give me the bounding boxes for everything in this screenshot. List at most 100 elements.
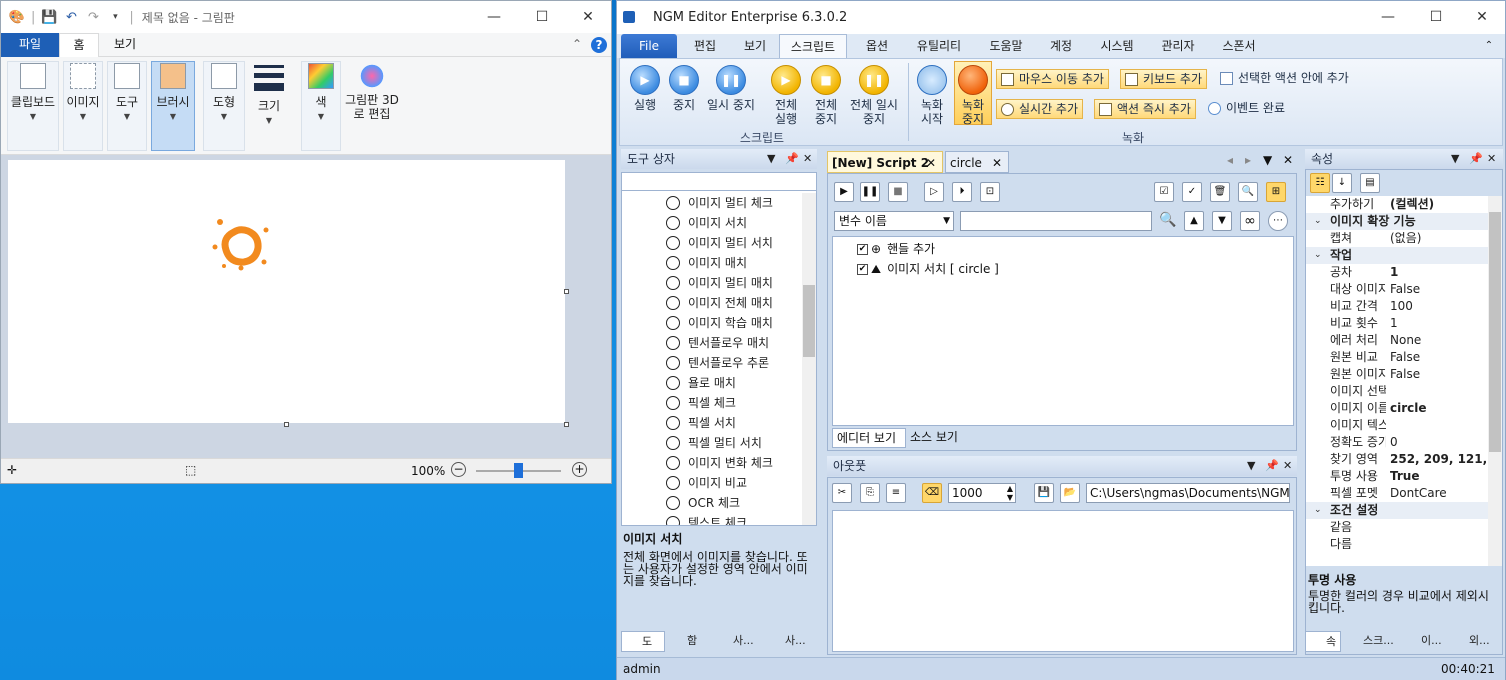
property-row[interactable]: 추가하기 (컬렉션) (1306, 196, 1488, 213)
collapse-icon[interactable]: ⌄ (1314, 213, 1322, 230)
save-icon[interactable]: 💾 (41, 9, 57, 25)
close-icon[interactable]: ✕ (803, 149, 812, 169)
export-log-icon[interactable]: ⎘ (860, 483, 880, 503)
toolbox-search-input[interactable] (622, 173, 816, 191)
tab-source-view[interactable]: 소스 보기 (908, 428, 968, 448)
delete-icon[interactable]: 🗑 (1210, 182, 1230, 202)
spinner-icon[interactable]: ▲ ▼ (1007, 484, 1013, 502)
customize-toolbar-icon[interactable]: ▾ (107, 9, 123, 25)
property-row[interactable]: 원본 이미지 False (1306, 366, 1488, 383)
toolbox-item[interactable]: OCR 체크 (666, 493, 740, 513)
tab-scroll-left-icon[interactable]: ◂ (1227, 153, 1233, 167)
tree-item-checkbox[interactable]: ✔ (857, 263, 868, 275)
ngm-app-icon[interactable] (623, 11, 635, 23)
more-icon[interactable]: ⋯ (1268, 211, 1288, 231)
maximize-button[interactable]: ☐ (519, 1, 565, 33)
menu-account[interactable]: 계정 (1039, 34, 1083, 58)
toolbox-item[interactable]: 텐서플로우 매치 (666, 333, 769, 353)
shapes-button[interactable]: 도형 ▼ (203, 63, 245, 121)
loop-icon[interactable]: ∞ (1240, 211, 1260, 231)
toolbox-item[interactable]: 텐서플로우 추론 (666, 353, 769, 373)
menu-sponsor[interactable]: 스폰서 (1213, 34, 1265, 58)
user-tab-1[interactable]: 사... (713, 631, 763, 652)
tab-editor-view[interactable]: 에디터 보기 (832, 428, 906, 448)
chevron-down-icon[interactable]: ▼ (1451, 149, 1459, 169)
step-over-icon[interactable]: ⊡ (980, 182, 1000, 202)
resize-handle-right[interactable] (564, 289, 569, 294)
move-up-icon[interactable]: ▲ (1184, 211, 1204, 231)
close-icon[interactable]: ✕ (926, 152, 936, 174)
zoom-slider-thumb[interactable] (514, 463, 523, 478)
menu-help[interactable]: 도움말 (979, 34, 1033, 58)
property-row[interactable]: 픽셀 포멧 DontCare (1306, 485, 1488, 502)
ngm-collapse-ribbon-icon[interactable]: ⌃ (1479, 34, 1499, 58)
tree-view-icon[interactable]: ⊞ (1266, 182, 1286, 202)
external-tab[interactable]: 외... (1449, 631, 1503, 652)
close-icon[interactable]: ✕ (1283, 153, 1293, 167)
property-row[interactable]: 투명 사용 True (1306, 468, 1488, 485)
menu-view[interactable]: 보기 (733, 34, 777, 58)
event-complete-button[interactable]: 이벤트 완료 (1204, 99, 1289, 119)
script-tab[interactable]: 스크... (1343, 631, 1399, 652)
toolbox-item[interactable]: 이미지 비교 (666, 473, 747, 493)
stop-button[interactable]: ■ 중지 (664, 65, 704, 112)
zoom-in-button[interactable]: + (572, 462, 587, 477)
add-mouse-move-button[interactable]: 마우스 이동 추가 (996, 69, 1109, 89)
toolbox-item[interactable]: 욜로 매치 (666, 373, 736, 393)
user-tab-2[interactable]: 사... (765, 631, 815, 652)
property-row[interactable]: 비교 횟수 1 (1306, 315, 1488, 332)
clipboard-button[interactable]: 클립보드 ▼ (7, 63, 59, 121)
play-icon[interactable]: ▶ (834, 182, 854, 202)
property-row[interactable]: 공차 1 (1306, 264, 1488, 281)
drawing-canvas[interactable] (8, 160, 565, 423)
log-count-input[interactable]: 1000 ▲ ▼ (948, 483, 1016, 503)
property-row[interactable]: 에러 처리 None (1306, 332, 1488, 349)
image-tab[interactable]: 이... (1401, 631, 1447, 652)
add-action-now-button[interactable]: 액션 즉시 추가 (1094, 99, 1196, 119)
add-keyboard-button[interactable]: 키보드 추가 (1120, 69, 1208, 89)
move-down-icon[interactable]: ▼ (1212, 211, 1232, 231)
property-row[interactable]: 이미지 선택 (1306, 383, 1488, 400)
image-button[interactable]: 이미지 ▼ (63, 63, 103, 121)
add-inside-action-button[interactable]: 선택한 액션 안에 추가 (1216, 69, 1353, 89)
sort-az-icon[interactable]: ↓ (1332, 173, 1352, 193)
resize-handle-bottom[interactable] (284, 422, 289, 427)
toolbox-item[interactable]: 이미지 학습 매치 (666, 313, 773, 333)
log-path-input[interactable]: C:\Users\ngmas\Documents\NGM6\ (1086, 483, 1290, 503)
pause-all-button[interactable]: ❚❚ 전체 일시 중지 (846, 65, 902, 126)
tree-item-add-handle[interactable]: ✔ ⊕ 핸들 추가 (857, 239, 935, 259)
toolbox-item[interactable]: 텍스트 체크 (666, 513, 747, 525)
search-icon[interactable]: 🔍 (1158, 211, 1178, 231)
toolbox-item[interactable]: 이미지 전체 매치 (666, 293, 773, 313)
close-icon[interactable]: ✕ (1283, 456, 1292, 476)
categorized-icon[interactable]: ☷ (1310, 173, 1330, 193)
property-category[interactable]: ⌄ 조건 설정 (1306, 502, 1488, 519)
toolbox-scrollbar[interactable] (802, 193, 816, 525)
collapse-ribbon-icon[interactable]: ⌃ (569, 33, 585, 57)
brushes-button[interactable]: 브러시 ▼ (151, 63, 195, 121)
toolbox-item[interactable]: 이미지 멀티 체크 (666, 193, 773, 213)
menu-options[interactable]: 옵션 (853, 34, 901, 58)
property-row[interactable]: 이미지 이름 circle (1306, 400, 1488, 417)
run-button[interactable]: ▶ 실행 (624, 65, 666, 112)
menu-script[interactable]: 스크립트 (779, 34, 847, 58)
property-row[interactable]: 찾기 영역 252, 209, 121, (1306, 451, 1488, 468)
pause-icon[interactable]: ❚❚ (860, 182, 880, 202)
add-realtime-button[interactable]: 실시간 추가 (996, 99, 1084, 119)
tree-item-image-search[interactable]: ✔ ⛰ 이미지 서치 [ circle ] (857, 259, 999, 279)
toolbox-item[interactable]: 픽셀 멀티 서치 (666, 433, 762, 453)
pin-icon[interactable]: 📌 (1469, 149, 1483, 169)
property-row[interactable]: 원본 비교 False (1306, 349, 1488, 366)
toolbox-item[interactable]: 이미지 서치 (666, 213, 747, 233)
clear-log-icon[interactable]: ✂ (832, 483, 852, 503)
folder-icon[interactable]: 📂 (1060, 483, 1080, 503)
close-button[interactable]: ✕ (565, 1, 611, 33)
check-all-icon[interactable]: ☑ (1154, 182, 1174, 202)
colors-button[interactable]: 색 ▼ (301, 63, 341, 121)
size-button[interactable]: 크기 ▼ (249, 63, 289, 125)
chevron-down-icon[interactable]: ▼ (1263, 153, 1272, 167)
tab-home[interactable]: 홈 (59, 33, 99, 57)
tools-button[interactable]: 도구 ▼ (107, 63, 147, 121)
variable-name-select[interactable]: 변수 이름 ▼ (834, 211, 954, 231)
collapse-icon[interactable]: ⌄ (1314, 502, 1322, 519)
